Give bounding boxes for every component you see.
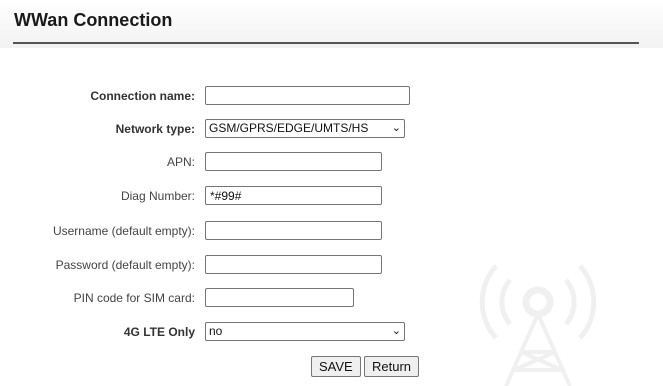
- network-type-label: Network type:: [115, 122, 195, 136]
- lte-only-label: 4G LTE Only: [123, 325, 195, 339]
- apn-label: APN:: [166, 155, 195, 169]
- return-button[interactable]: Return: [364, 356, 420, 377]
- page-title: WWan Connection: [14, 10, 173, 30]
- lte-only-select[interactable]: no ⌄: [205, 322, 405, 341]
- diag-number-input[interactable]: [205, 186, 382, 205]
- title-divider: [13, 42, 639, 44]
- username-row: Username (default empty):: [0, 219, 663, 243]
- network-type-select[interactable]: GSM/GPRS/EDGE/UMTS/HS ⌄: [205, 119, 405, 138]
- chevron-down-icon: ⌄: [391, 325, 401, 337]
- chevron-down-icon: ⌄: [391, 122, 401, 134]
- network-type-selected-value: GSM/GPRS/EDGE/UMTS/HS: [209, 121, 369, 135]
- pin-code-row: PIN code for SIM card:: [0, 286, 663, 310]
- pin-code-label: PIN code for SIM card:: [73, 291, 195, 305]
- lte-only-row: 4G LTE Only no ⌄: [0, 320, 663, 344]
- apn-row: APN:: [0, 150, 663, 174]
- username-label: Username (default empty):: [52, 224, 195, 238]
- apn-input[interactable]: [205, 152, 382, 171]
- connection-name-input[interactable]: [205, 86, 410, 105]
- username-input[interactable]: [205, 221, 382, 240]
- password-input[interactable]: [205, 255, 382, 274]
- diag-number-row: Diag Number:: [0, 184, 663, 208]
- network-type-row: Network type: GSM/GPRS/EDGE/UMTS/HS ⌄: [0, 117, 663, 141]
- header: WWan Connection: [0, 0, 663, 48]
- diag-number-label: Diag Number:: [120, 189, 195, 203]
- password-row: Password (default empty):: [0, 253, 663, 277]
- connection-name-row: Connection name:: [0, 84, 663, 108]
- password-label: Password (default empty):: [55, 258, 195, 272]
- connection-name-label: Connection name:: [90, 89, 195, 103]
- pin-code-input[interactable]: [205, 288, 354, 307]
- lte-only-selected-value: no: [209, 324, 223, 338]
- save-button[interactable]: SAVE: [311, 356, 361, 377]
